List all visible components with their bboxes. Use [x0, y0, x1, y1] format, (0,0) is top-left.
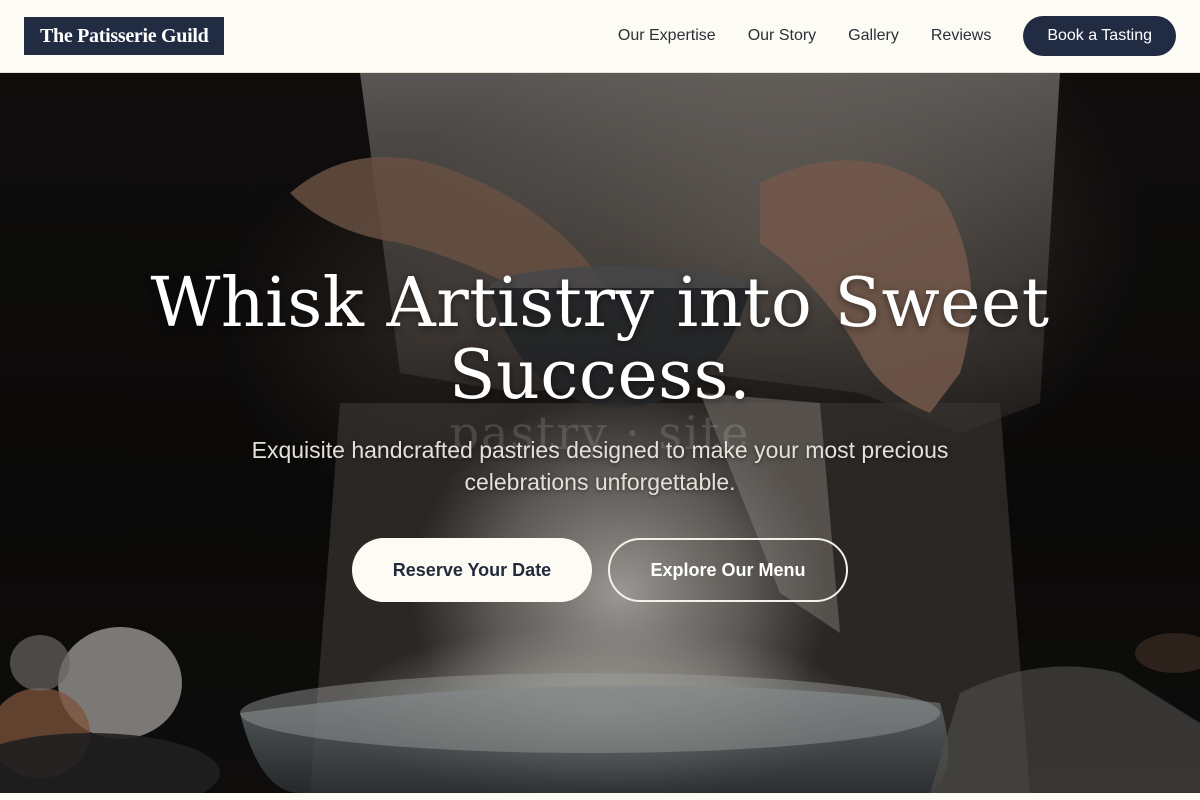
site-header: The Patisserie Guild Our Expertise Our S…: [0, 0, 1200, 73]
nav-link-expertise[interactable]: Our Expertise: [618, 27, 716, 45]
nav-link-gallery[interactable]: Gallery: [848, 27, 899, 45]
hero-content: Whisk Artistry into Sweet Success. Exqui…: [0, 268, 1200, 602]
hero-section: pastry · site Whisk Artistry into Sweet …: [0, 73, 1200, 793]
site-logo[interactable]: The Patisserie Guild: [24, 17, 225, 55]
book-tasting-button[interactable]: Book a Tasting: [1023, 16, 1176, 56]
main-nav: Our Expertise Our Story Gallery Reviews …: [618, 16, 1176, 56]
nav-link-story[interactable]: Our Story: [748, 27, 816, 45]
hero-button-group: Reserve Your Date Explore Our Menu: [0, 538, 1200, 602]
explore-menu-button[interactable]: Explore Our Menu: [608, 538, 848, 602]
page-bottom-edge: [0, 793, 1200, 800]
hero-headline: Whisk Artistry into Sweet Success.: [150, 264, 1050, 415]
reserve-date-button[interactable]: Reserve Your Date: [352, 538, 592, 602]
nav-link-reviews[interactable]: Reviews: [931, 27, 991, 45]
hero-subheadline: Exquisite handcrafted pastries designed …: [251, 437, 949, 495]
